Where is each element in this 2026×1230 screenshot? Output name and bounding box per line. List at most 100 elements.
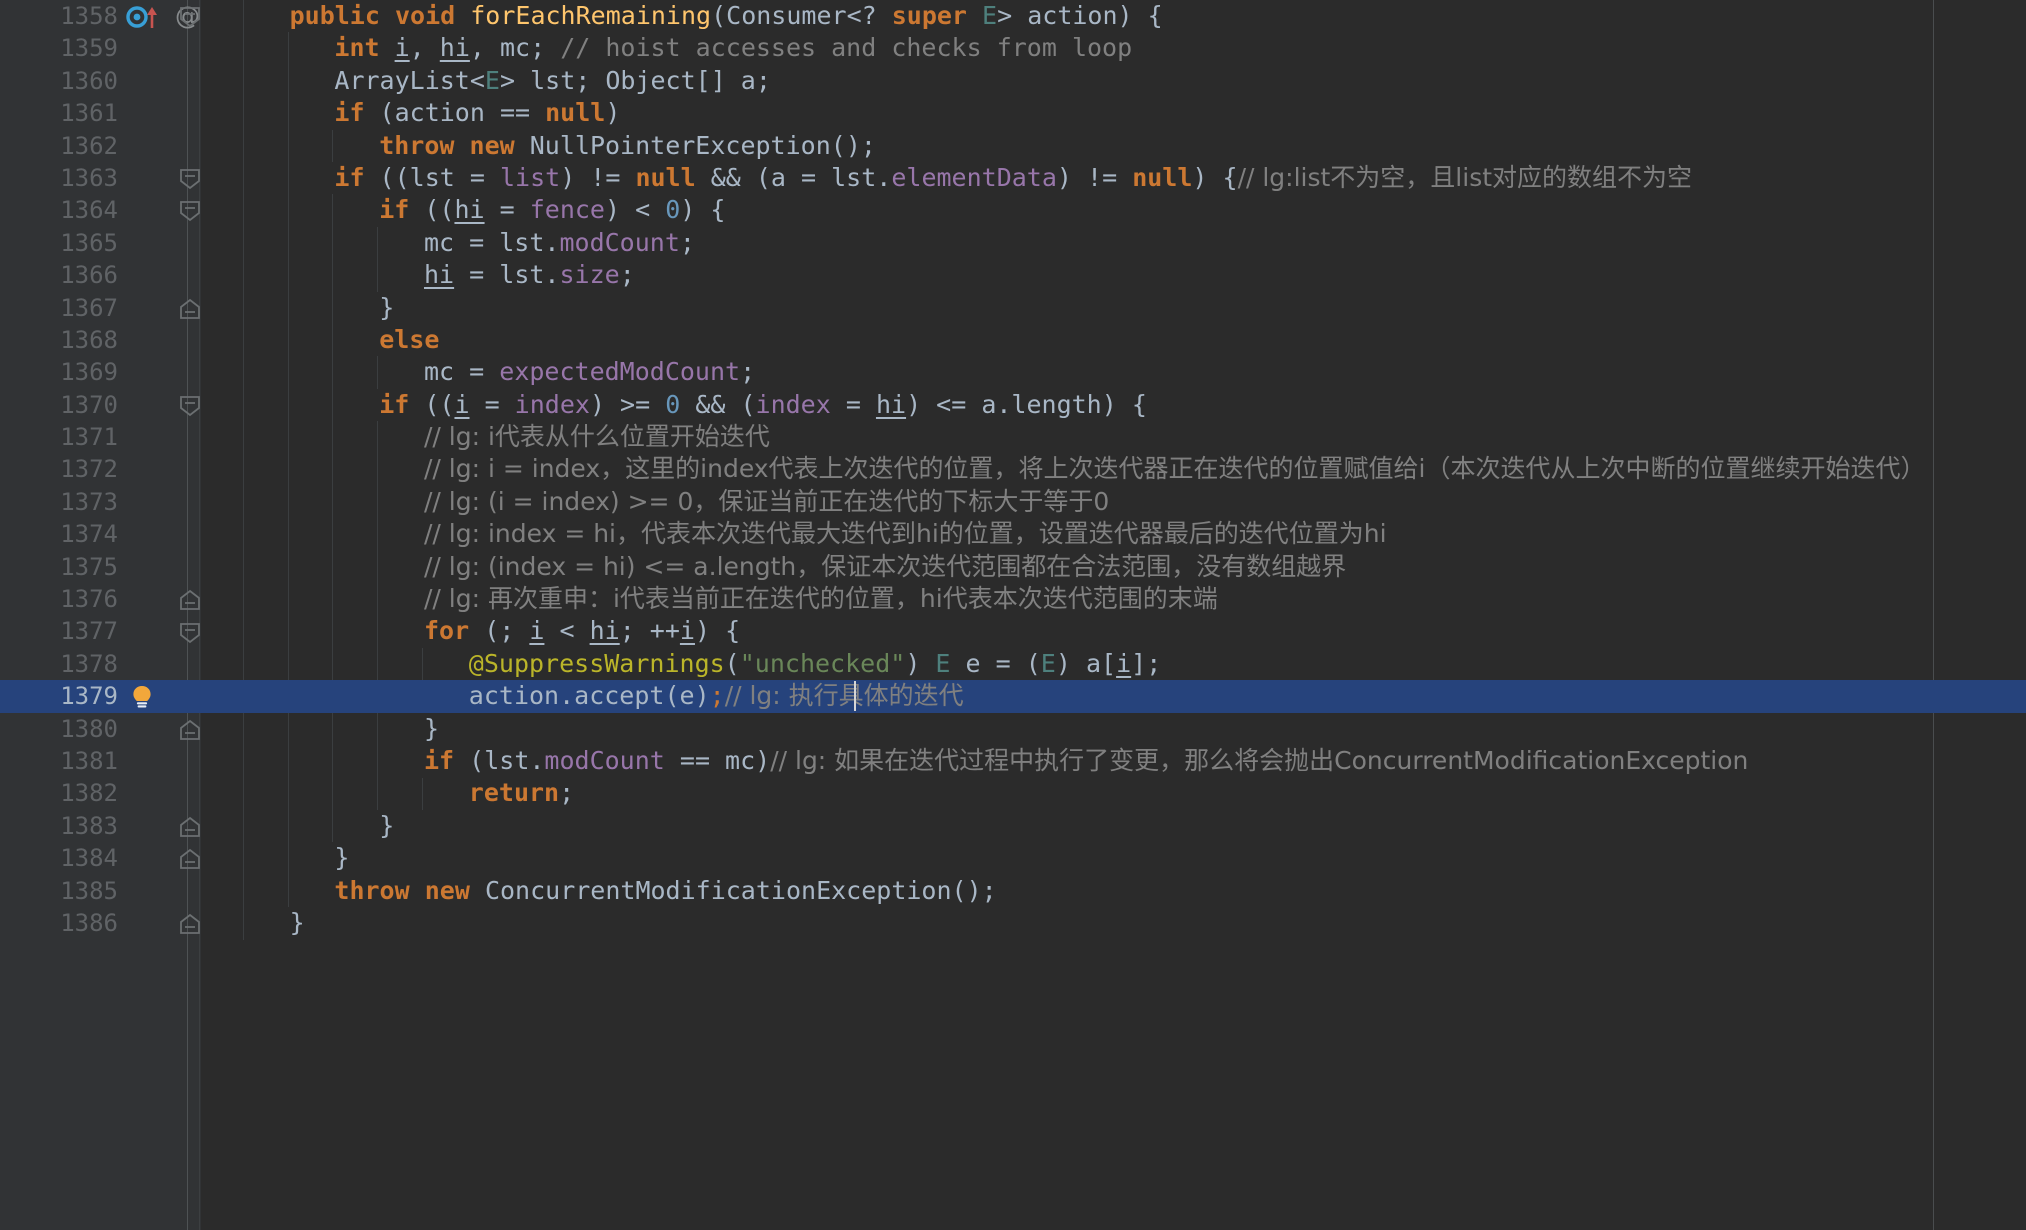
code-line[interactable]: 1364 if ((hi = fence) < 0) { — [0, 194, 2026, 226]
line-number: 1382 — [60, 779, 118, 808]
fold-end-icon[interactable] — [178, 815, 202, 847]
code-line[interactable]: 1361 if (action == null) — [0, 97, 2026, 129]
line-number: 1362 — [60, 131, 118, 160]
fold-end-icon[interactable] — [178, 718, 202, 750]
line-number: 1385 — [60, 876, 118, 905]
code-line[interactable]: 1376 // lg: 再次重申：i代表当前正在迭代的位置，hi代表本次迭代范围的… — [0, 583, 2026, 615]
code-token: = — [830, 389, 876, 419]
code-token: if — [334, 162, 365, 192]
code-text: } — [379, 292, 394, 324]
code-token: i — [394, 33, 410, 63]
code-token: i — [454, 389, 470, 419]
code-line[interactable]: 1374 // lg: index = hi，代表本次迭代最大迭代到hi的位置，设… — [0, 518, 2026, 550]
code-token: @SuppressWarnings — [468, 648, 725, 678]
code-token: ) { — [1192, 162, 1238, 192]
code-line[interactable]: 1360 ArrayList<E> lst; Object[] a; — [0, 65, 2026, 97]
code-token: < — [469, 65, 485, 95]
code-line[interactable]: 1371 // lg: i代表从什么位置开始迭代 — [0, 421, 2026, 453]
code-line[interactable]: 1368 else — [0, 324, 2026, 356]
code-token: ]; — [1131, 648, 1162, 678]
code-token: ArrayList — [334, 65, 470, 95]
code-token: int — [334, 33, 380, 63]
code-token: (e) — [664, 681, 710, 711]
code-line[interactable]: 1372 // lg: i = index，这里的index代表上次迭代的位置，将… — [0, 453, 2026, 485]
code-token: // lg: (i = index) >= 0，保证当前正在迭代的下标大于等于0 — [424, 486, 1110, 516]
fold-end-icon[interactable] — [178, 912, 202, 944]
line-number: 1378 — [60, 649, 118, 678]
code-token: new — [469, 130, 515, 160]
code-token: && ( — [680, 389, 756, 419]
code-token: 0 — [665, 195, 681, 225]
code-line[interactable]: 1378 @SuppressWarnings("unchecked") E e =… — [0, 648, 2026, 680]
code-line[interactable]: 1367} — [0, 292, 2026, 324]
code-token: NullPointerException — [529, 130, 831, 160]
code-token: = — [484, 195, 530, 225]
line-number: 1363 — [60, 163, 118, 192]
fold-collapse-icon[interactable] — [178, 167, 202, 199]
code-token: "unchecked" — [739, 648, 906, 678]
implementing-method-icon[interactable] — [126, 4, 168, 38]
fold-collapse-icon[interactable] — [178, 199, 202, 231]
code-line[interactable]: 1359 int i, hi, mc; // hoist accesses and… — [0, 32, 2026, 64]
code-editor[interactable]: 1358 public void forEachRemaining(Consume… — [0, 0, 2026, 1230]
code-token: ) { — [694, 616, 741, 646]
code-line[interactable]: 1366 hi = lst.size; — [0, 259, 2026, 291]
code-token: = lst. — [454, 260, 560, 290]
code-line[interactable]: 1382 return; — [0, 777, 2026, 809]
code-line[interactable]: 1380} — [0, 713, 2026, 745]
fold-end-icon[interactable] — [178, 297, 202, 329]
code-token: // lg: i代表从什么位置开始迭代 — [424, 422, 770, 452]
code-token: } — [379, 810, 395, 840]
code-token: list — [499, 162, 561, 192]
code-token: Object — [605, 65, 696, 95]
code-token: ( — [724, 648, 740, 678]
code-token: elementData — [891, 162, 1057, 192]
code-token: // hoist accesses and checks from loop — [560, 33, 1133, 63]
code-line[interactable]: 1386} — [0, 907, 2026, 939]
code-line[interactable]: 1385 throw new ConcurrentModificationExce… — [0, 875, 2026, 907]
code-line[interactable]: 1384} — [0, 842, 2026, 874]
fold-collapse-icon[interactable] — [178, 394, 202, 426]
code-line[interactable]: 1370 if ((i = index) >= 0 && (index = hi)… — [0, 389, 2026, 421]
fold-collapse-icon[interactable] — [178, 5, 202, 37]
code-token: throw — [379, 130, 455, 160]
code-line[interactable]: 1373 // lg: (i = index) >= 0，保证当前正在迭代的下标大… — [0, 486, 2026, 518]
code-token: if — [379, 389, 410, 419]
code-token: ) { — [680, 195, 726, 225]
intention-bulb-icon[interactable] — [128, 683, 156, 719]
code-line[interactable]: 1383} — [0, 810, 2026, 842]
fold-end-icon[interactable] — [178, 847, 202, 879]
code-token: , mc; — [469, 33, 561, 63]
code-text: public void forEachRemaining(Consumer<? … — [290, 0, 1163, 32]
code-text: mc = expectedModCount; — [424, 356, 755, 388]
code-line[interactable]: 1381 if (lst.modCount == mc)// lg: 如果在迭代过… — [0, 745, 2026, 777]
code-text: if (action == null) — [334, 97, 620, 129]
code-token: == mc) — [664, 745, 771, 775]
code-token: = — [469, 389, 515, 419]
code-line[interactable]: 1365 mc = lst.modCount; — [0, 227, 2026, 259]
code-line[interactable]: 1375 // lg: (index = hi) <= a.length，保证本次… — [0, 551, 2026, 583]
code-token: } — [289, 907, 305, 937]
code-token: // lg: (index = hi) <= a.length，保证本次迭代范围… — [424, 551, 1347, 581]
code-text: if ((hi = fence) < 0) { — [379, 194, 725, 226]
code-token: ) < — [604, 195, 666, 225]
code-line[interactable]: 1377 for (; i < hi; ++i) { — [0, 615, 2026, 647]
code-line[interactable]: 1358 public void forEachRemaining(Consume… — [0, 0, 2026, 32]
code-token: hi — [875, 389, 907, 419]
code-line[interactable]: 1379 action.accept(e);// lg: 执行具体的迭代 — [0, 680, 2026, 713]
code-token: accept — [574, 681, 665, 711]
fold-end-icon[interactable] — [178, 588, 202, 620]
code-token: [] a; — [695, 65, 771, 95]
code-token: // lg: i = index，这里的index代表上次迭代的位置，将上次迭代… — [424, 454, 1926, 484]
code-line[interactable]: 1369 mc = expectedModCount; — [0, 356, 2026, 388]
code-text: } — [334, 842, 349, 874]
code-rows: 1358 public void forEachRemaining(Consume… — [0, 0, 2026, 939]
code-line[interactable]: 1363 if ((lst = list) != null && (a = lst… — [0, 162, 2026, 194]
code-line[interactable]: 1362 throw new NullPointerException(); — [0, 130, 2026, 162]
fold-collapse-icon[interactable] — [178, 621, 202, 653]
code-token: null — [1132, 162, 1193, 192]
